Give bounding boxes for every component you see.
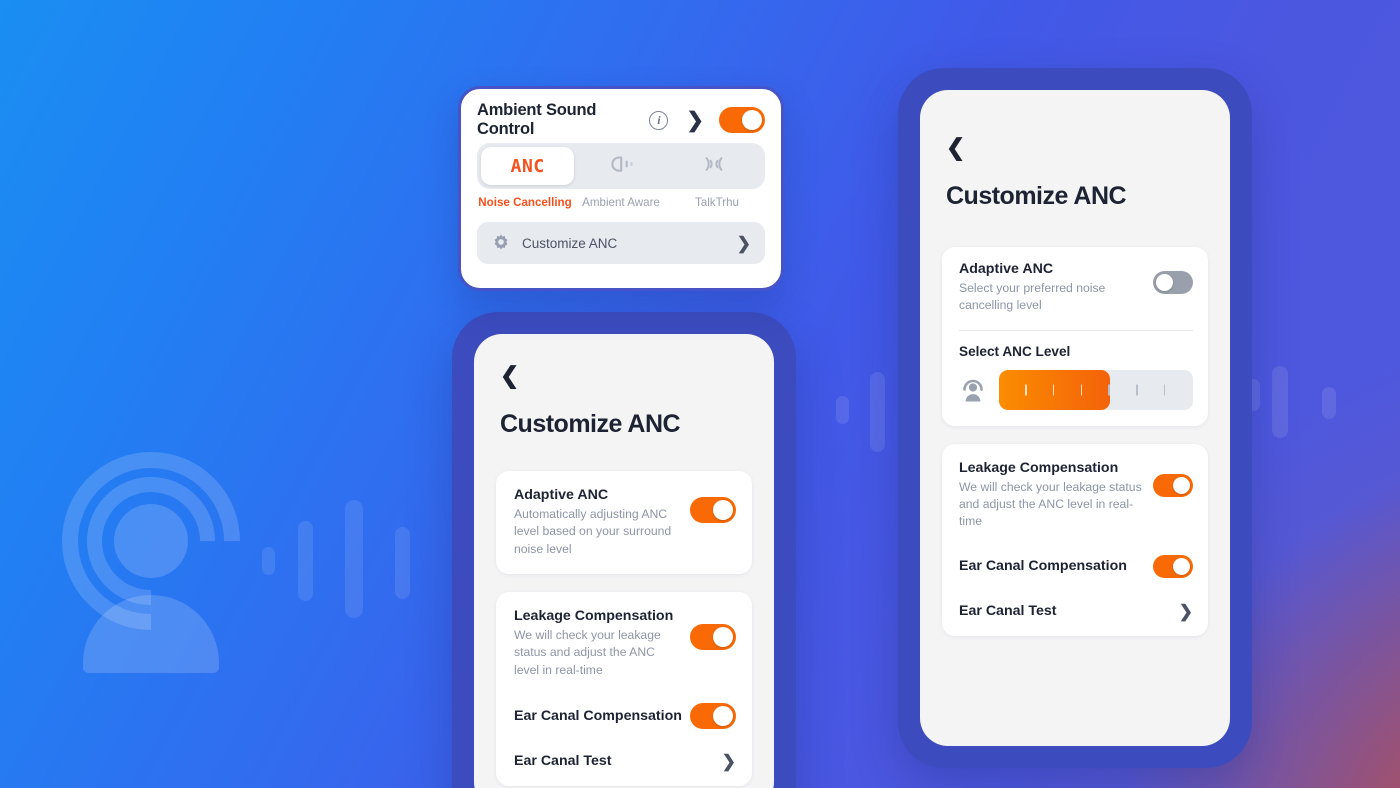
chevron-right-icon: ❯ [736, 233, 751, 253]
toggle-knob [1156, 274, 1173, 291]
phone-screen-middle: ❮ Customize ANC Adaptive ANC Automatical… [474, 334, 774, 788]
ear-canal-compensation-toggle[interactable] [1153, 554, 1193, 578]
sound-mode-labels: Noise Cancelling Ambient Aware TalkTrhu [477, 196, 765, 209]
anc-person-icon [959, 376, 987, 404]
ear-canal-compensation-title: Ear Canal Compensation [959, 558, 1127, 575]
mode-tab-talk-thru[interactable] [668, 147, 761, 185]
mode-tab-noise-cancelling[interactable]: ANC [481, 147, 575, 185]
ambient-aware-icon [601, 152, 641, 181]
waveform-bar [1272, 366, 1288, 438]
customize-anc-label: Customize ANC [522, 235, 618, 251]
leakage-compensation-title: Leakage Compensation [959, 459, 1119, 476]
back-button[interactable]: ❮ [500, 364, 524, 388]
adaptive-anc-toggle[interactable] [690, 497, 736, 523]
toggle-knob [713, 626, 733, 647]
leakage-compensation-subtitle: We will check your leakage status and ad… [514, 627, 661, 677]
sound-mode-segmented-control: ANC [477, 143, 765, 189]
anc-tick [1110, 370, 1138, 410]
leakage-compensation-toggle[interactable] [690, 623, 736, 650]
leakage-compensation-title: Leakage Compensation [514, 607, 674, 624]
mode-label-noise-cancelling: Noise Cancelling [478, 196, 572, 209]
waveform-bar [1322, 387, 1336, 419]
toggle-knob [713, 500, 733, 520]
phone-screen-right: ❮ Customize ANC Adaptive ANC Select your… [920, 90, 1230, 746]
toggle-knob [713, 705, 733, 726]
anc-level-ticks [999, 370, 1193, 410]
ambient-card-title: Ambient Sound Control [477, 101, 597, 138]
ear-canal-compensation-row[interactable]: Ear Canal Compensation [514, 702, 736, 729]
ear-canal-test-title: Ear Canal Test [959, 603, 1057, 620]
page-title: Customize ANC [500, 410, 681, 438]
chevron-right-icon: ❯ [1178, 601, 1193, 621]
customize-anc-button[interactable]: Customize ANC ❯ [477, 222, 765, 264]
adaptive-anc-level-panel: Adaptive ANC Select your preferred noise… [942, 247, 1208, 426]
ear-canal-test-row[interactable]: Ear Canal Test ❯ [959, 603, 1193, 620]
back-button[interactable]: ❮ [946, 136, 970, 160]
toggle-knob [742, 110, 762, 130]
toggle-knob [1173, 557, 1190, 575]
wave-ring-inner [60, 450, 242, 632]
anc-tick [1138, 370, 1166, 410]
anc-text-icon: ANC [510, 155, 545, 177]
compensation-panel: Leakage Compensation We will check your … [942, 443, 1208, 636]
ear-canal-compensation-toggle[interactable] [690, 702, 736, 729]
anc-tick [1082, 370, 1110, 410]
panel-divider [959, 329, 1193, 331]
toggle-knob [1173, 476, 1190, 494]
mode-tab-ambient-aware[interactable] [574, 147, 667, 185]
leakage-compensation-toggle[interactable] [1153, 473, 1193, 497]
leakage-compensation-row[interactable]: Leakage Compensation We will check your … [959, 460, 1193, 531]
ambient-sound-master-toggle[interactable] [719, 107, 765, 133]
waveform-bar [262, 547, 275, 575]
person-head-shape [114, 504, 188, 578]
person-body-shape [83, 595, 219, 673]
chevron-right-icon[interactable]: ❯ [686, 110, 704, 131]
talk-thru-icon [692, 152, 736, 181]
adaptive-anc-title: Adaptive ANC [959, 261, 1054, 277]
adaptive-anc-title: Adaptive ANC [514, 487, 609, 503]
ambient-sound-control-card: Ambient Sound Control i ❯ ANC Noise Canc… [458, 86, 784, 291]
page-title: Customize ANC [946, 182, 1127, 210]
compensation-panel: Leakage Compensation We will check your … [496, 591, 752, 786]
leakage-compensation-subtitle: We will check your leakage status and ad… [959, 479, 1142, 529]
ear-canal-compensation-row[interactable]: Ear Canal Compensation [959, 554, 1193, 578]
waveform-bar [395, 527, 410, 599]
ear-canal-compensation-title: Ear Canal Compensation [514, 707, 682, 724]
anc-tick [999, 370, 1027, 410]
waveform-bar [870, 372, 885, 452]
anc-tick [1054, 370, 1082, 410]
ear-canal-test-title: Ear Canal Test [514, 753, 612, 770]
info-icon[interactable]: i [649, 110, 669, 130]
waveform-bar [345, 500, 363, 618]
ambient-card-header: Ambient Sound Control i ❯ [477, 101, 765, 138]
adaptive-anc-subtitle: Automatically adjusting ANC level based … [514, 507, 672, 556]
adaptive-anc-row[interactable]: Adaptive ANC Select your preferred noise… [959, 261, 1193, 315]
gear-icon [491, 233, 511, 253]
adaptive-anc-toggle[interactable] [1153, 271, 1193, 294]
waveform-bar [836, 396, 849, 424]
anc-level-track[interactable] [999, 369, 1193, 410]
anc-tick [1027, 370, 1055, 410]
anc-level-slider[interactable] [959, 369, 1193, 410]
mode-label-ambient-aware: Ambient Aware [582, 196, 660, 209]
adaptive-anc-subtitle: Select your preferred noise cancelling l… [959, 281, 1106, 313]
anc-tick [1165, 370, 1193, 410]
adaptive-anc-row[interactable]: Adaptive ANC Automatically adjusting ANC… [514, 487, 736, 558]
leakage-compensation-row[interactable]: Leakage Compensation We will check your … [514, 608, 736, 679]
anc-person-waves-illustration [25, 415, 277, 673]
chevron-right-icon: ❯ [721, 751, 736, 771]
screenshot-stage: ❮ Customize ANC Adaptive ANC Automatical… [0, 0, 1400, 788]
select-anc-level-label: Select ANC Level [959, 343, 1071, 359]
waveform-bar [298, 521, 313, 601]
phone-frame-middle: ❮ Customize ANC Adaptive ANC Automatical… [452, 312, 796, 788]
ear-canal-test-row[interactable]: Ear Canal Test ❯ [514, 753, 736, 770]
wave-ring-outer [25, 415, 277, 667]
adaptive-anc-panel: Adaptive ANC Automatically adjusting ANC… [496, 471, 752, 574]
mode-label-talk-thru: TalkTrhu [694, 196, 740, 209]
phone-frame-right: ❮ Customize ANC Adaptive ANC Select your… [898, 68, 1252, 768]
